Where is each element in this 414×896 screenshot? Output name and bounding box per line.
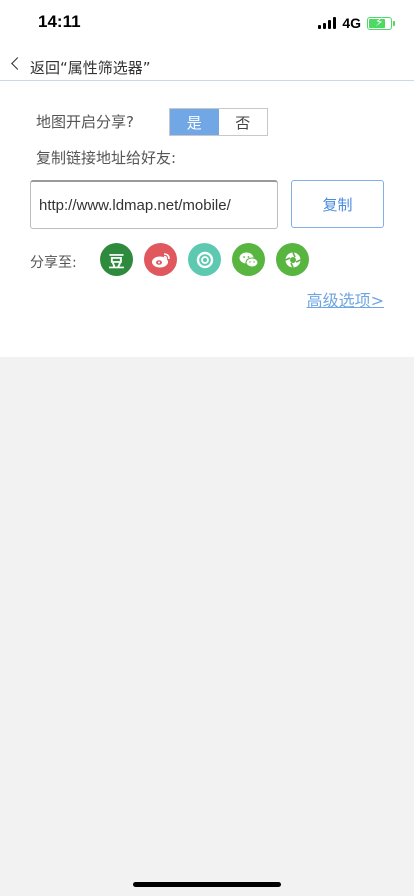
share-to-label: 分享至: (30, 255, 77, 271)
weibo-icon[interactable] (144, 243, 177, 276)
share-panel: 地图开启分享? 是 否 复制链接地址给好友: 复制 分享至: 豆 (0, 81, 414, 357)
share-toggle: 是 否 (169, 108, 268, 136)
back-button-label[interactable]: 返回“属性筛选器” (30, 57, 151, 78)
status-bar: 14:11 4G ⚡ (0, 0, 414, 46)
share-link-input[interactable] (30, 180, 278, 229)
advanced-options-link[interactable]: 高级选项> (307, 287, 384, 311)
circle-share-icon[interactable] (188, 243, 221, 276)
battery-icon: ⚡ (367, 14, 395, 30)
status-time: 14:11 (38, 12, 81, 31)
home-indicator (133, 882, 281, 887)
toggle-yes[interactable]: 是 (170, 109, 219, 135)
copy-button[interactable]: 复制 (291, 180, 384, 228)
wechat-icon[interactable] (232, 243, 265, 276)
charging-bolt-icon: ⚡ (375, 14, 384, 29)
moments-icon[interactable] (276, 243, 309, 276)
share-question-label: 地图开启分享? (36, 113, 134, 131)
chevron-left-icon[interactable] (11, 57, 24, 70)
status-indicators: 4G ⚡ (318, 14, 395, 32)
network-label: 4G (342, 15, 361, 31)
nav-bar: 返回“属性筛选器” (0, 46, 414, 81)
douban-icon[interactable]: 豆 (100, 243, 133, 276)
signal-icon (318, 17, 337, 29)
copy-link-hint: 复制链接地址给好友: (36, 149, 177, 167)
toggle-no[interactable]: 否 (218, 109, 267, 135)
share-platforms: 豆 (100, 243, 309, 276)
